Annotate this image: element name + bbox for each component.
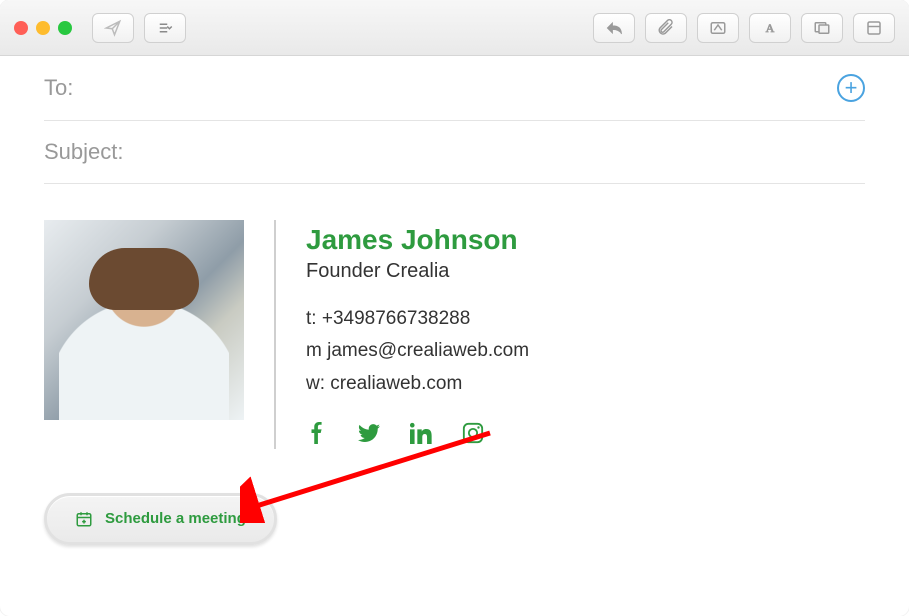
- photo-browser-button[interactable]: [801, 13, 843, 43]
- close-window-button[interactable]: [14, 21, 28, 35]
- photos-icon: [813, 19, 831, 37]
- schedule-meeting-label: Schedule a meeting: [105, 510, 246, 527]
- paper-plane-icon: [104, 19, 122, 37]
- twitter-icon[interactable]: [358, 422, 380, 449]
- email-line: m james@crealiaweb.com: [306, 335, 529, 367]
- subject-field-row: Subject:: [44, 121, 865, 184]
- signature-divider: [274, 220, 276, 449]
- instagram-icon[interactable]: [462, 422, 484, 449]
- social-links: [306, 422, 529, 449]
- header-options-button[interactable]: [144, 13, 186, 43]
- reply-button[interactable]: [593, 13, 635, 43]
- window-controls: [14, 21, 72, 35]
- to-label: To:: [44, 75, 73, 101]
- send-button[interactable]: [92, 13, 134, 43]
- phone-line: t: +3498766738288: [306, 303, 529, 335]
- signature-photo: [44, 220, 244, 420]
- mail-compose-window: A To: + Subject: James Johnson Founder C…: [0, 0, 909, 616]
- signature-contact: t: +3498766738288 m james@crealiaweb.com…: [306, 303, 529, 400]
- email-signature: James Johnson Founder Crealia t: +349876…: [0, 184, 909, 463]
- signature-details: James Johnson Founder Crealia t: +349876…: [306, 220, 529, 449]
- markup-button[interactable]: [697, 13, 739, 43]
- zoom-window-button[interactable]: [58, 21, 72, 35]
- paperclip-icon: [657, 19, 675, 37]
- emoji-button[interactable]: [853, 13, 895, 43]
- linkedin-icon[interactable]: [410, 422, 432, 449]
- subject-label: Subject:: [44, 139, 124, 165]
- to-input[interactable]: [85, 77, 837, 100]
- to-field-row: To: +: [44, 56, 865, 121]
- signature-name: James Johnson: [306, 224, 529, 256]
- web-line: w: crealiaweb.com: [306, 368, 529, 400]
- attach-button[interactable]: [645, 13, 687, 43]
- cta-section: Schedule a meeting: [0, 463, 909, 545]
- titlebar: A: [0, 0, 909, 56]
- schedule-meeting-button[interactable]: Schedule a meeting: [44, 493, 277, 545]
- format-a-icon: A: [761, 19, 779, 37]
- minimize-window-button[interactable]: [36, 21, 50, 35]
- reply-arrow-icon: [605, 19, 623, 37]
- format-button[interactable]: A: [749, 13, 791, 43]
- list-menu-icon: [156, 19, 174, 37]
- calendar-icon: [75, 510, 93, 528]
- markup-icon: [709, 19, 727, 37]
- facebook-icon[interactable]: [306, 422, 328, 449]
- svg-text:A: A: [766, 20, 775, 34]
- signature-title: Founder Crealia: [306, 260, 529, 283]
- header-fields: To: + Subject:: [0, 56, 909, 184]
- subject-input[interactable]: [136, 141, 866, 164]
- add-recipient-button[interactable]: +: [837, 74, 865, 102]
- panel-icon: [865, 19, 883, 37]
